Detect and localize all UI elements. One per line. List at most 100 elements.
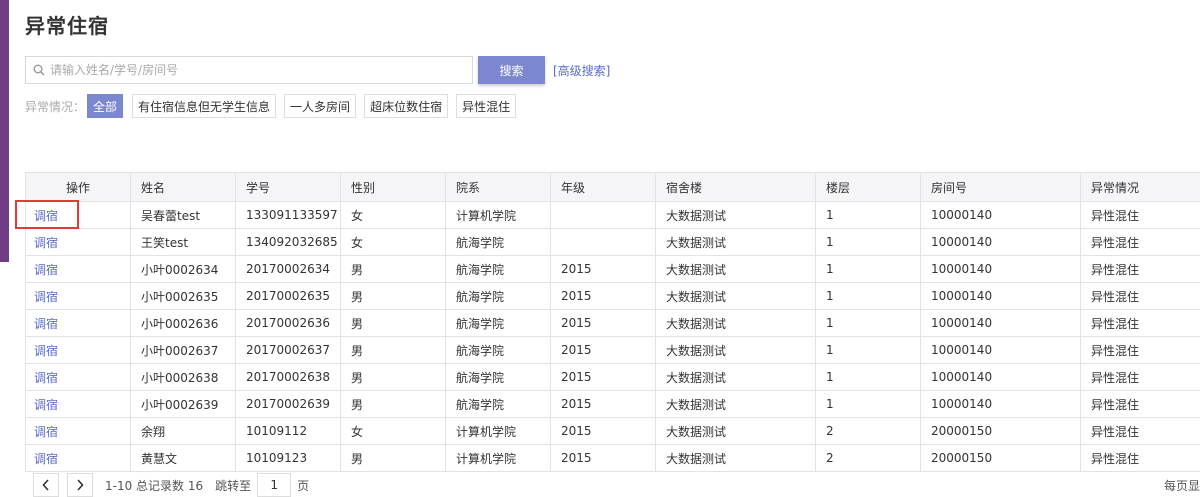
next-page-button[interactable] [67, 473, 93, 497]
building-cell: 大数据测试 [655, 444, 816, 472]
table-row: 调宿 小叶0002636 20170002636 男 航海学院 2015 大数据… [25, 309, 1200, 337]
name-cell: 小叶0002639 [130, 390, 236, 418]
student-id-cell: 20170002638 [235, 363, 341, 391]
gender-cell: 男 [340, 255, 446, 283]
chevron-left-icon [42, 479, 49, 491]
filter-chip-all[interactable]: 全部 [87, 94, 124, 118]
name-cell: 黄慧文 [130, 444, 236, 472]
student-id-cell: 20170002635 [235, 282, 341, 310]
department-cell: 计算机学院 [445, 201, 551, 229]
results-table-container: 操作 姓名 学号 性别 院系 年级 宿舍楼 楼层 房间号 异常情况 调宿 吴春蕾… [25, 172, 1200, 472]
room-cell: 10000140 [920, 228, 1081, 256]
search-icon [33, 64, 45, 76]
table-row: 调宿 吴春蕾test 133091133597 女 计算机学院 大数据测试 1 … [25, 201, 1200, 229]
adjust-dorm-link[interactable]: 调宿 [34, 344, 58, 358]
search-box[interactable] [25, 56, 473, 84]
filter-chip-over-capacity[interactable]: 超床位数住宿 [364, 94, 449, 118]
student-id-cell: 10109112 [235, 417, 341, 445]
department-cell: 计算机学院 [445, 444, 551, 472]
adjust-dorm-link[interactable]: 调宿 [34, 290, 58, 304]
anomaly-cell: 异性混住 [1080, 363, 1200, 391]
name-cell: 小叶0002638 [130, 363, 236, 391]
adjust-dorm-link[interactable]: 调宿 [34, 425, 58, 439]
name-cell: 吴春蕾test [130, 201, 236, 229]
adjust-dorm-link[interactable]: 调宿 [34, 317, 58, 331]
filter-chip-multi-room[interactable]: 一人多房间 [284, 94, 357, 118]
grade-cell: 2015 [550, 363, 656, 391]
prev-page-button[interactable] [33, 473, 59, 497]
room-cell: 10000140 [920, 363, 1081, 391]
column-header-floor[interactable]: 楼层 [815, 172, 921, 202]
room-cell: 20000150 [920, 444, 1081, 472]
room-cell: 10000140 [920, 390, 1081, 418]
jump-to-label: 跳转至 [215, 478, 252, 493]
search-input[interactable] [50, 63, 450, 77]
grade-cell: 2015 [550, 309, 656, 337]
anomaly-cell: 异性混住 [1080, 255, 1200, 283]
adjust-dorm-link[interactable]: 调宿 [34, 452, 58, 466]
table-row: 调宿 小叶0002639 20170002639 男 航海学院 2015 大数据… [25, 390, 1200, 418]
adjust-dorm-link[interactable]: 调宿 [34, 209, 58, 223]
gender-cell: 男 [340, 336, 446, 364]
building-cell: 大数据测试 [655, 363, 816, 391]
grade-cell: 2015 [550, 390, 656, 418]
floor-cell: 1 [815, 228, 921, 256]
grade-cell: 2015 [550, 255, 656, 283]
name-cell: 余翔 [130, 417, 236, 445]
column-header-gender[interactable]: 性别 [340, 172, 446, 202]
action-cell: 调宿 [25, 201, 131, 229]
column-header-anomaly[interactable]: 异常情况 [1080, 172, 1200, 202]
action-cell: 调宿 [25, 255, 131, 283]
adjust-dorm-link[interactable]: 调宿 [34, 398, 58, 412]
department-cell: 航海学院 [445, 282, 551, 310]
filter-chip-no-student-info[interactable]: 有住宿信息但无学生信息 [132, 94, 277, 118]
advanced-search-link[interactable]: [高级搜索] [553, 62, 610, 79]
table-row: 调宿 小叶0002634 20170002634 男 航海学院 2015 大数据… [25, 255, 1200, 283]
page-number-input[interactable] [257, 473, 292, 497]
action-cell: 调宿 [25, 444, 131, 472]
floor-cell: 2 [815, 444, 921, 472]
building-cell: 大数据测试 [655, 282, 816, 310]
gender-cell: 女 [340, 228, 446, 256]
column-header-grade[interactable]: 年级 [550, 172, 656, 202]
action-cell: 调宿 [25, 417, 131, 445]
table-row: 调宿 王笑test 134092032685 女 航海学院 大数据测试 1 10… [25, 228, 1200, 256]
student-id-cell: 20170002634 [235, 255, 341, 283]
table-row: 调宿 余翔 10109112 女 计算机学院 2015 大数据测试 2 2000… [25, 417, 1200, 445]
gender-cell: 男 [340, 309, 446, 337]
floor-cell: 1 [815, 309, 921, 337]
action-cell: 调宿 [25, 228, 131, 256]
column-header-name[interactable]: 姓名 [130, 172, 236, 202]
anomaly-cell: 异性混住 [1080, 201, 1200, 229]
column-header-building[interactable]: 宿舍楼 [655, 172, 816, 202]
name-cell: 王笑test [130, 228, 236, 256]
anomaly-cell: 异性混住 [1080, 336, 1200, 364]
action-cell: 调宿 [25, 336, 131, 364]
room-cell: 10000140 [920, 255, 1081, 283]
side-nav-strip [0, 0, 9, 262]
column-header-student-id[interactable]: 学号 [235, 172, 341, 202]
column-header-room[interactable]: 房间号 [920, 172, 1081, 202]
floor-cell: 1 [815, 336, 921, 364]
adjust-dorm-link[interactable]: 调宿 [34, 371, 58, 385]
grade-cell [550, 201, 656, 229]
adjust-dorm-link[interactable]: 调宿 [34, 236, 58, 250]
action-cell: 调宿 [25, 363, 131, 391]
student-id-cell: 20170002637 [235, 336, 341, 364]
search-button[interactable]: 搜索 [478, 56, 545, 84]
student-id-cell: 10109123 [235, 444, 341, 472]
building-cell: 大数据测试 [655, 228, 816, 256]
anomaly-cell: 异性混住 [1080, 309, 1200, 337]
building-cell: 大数据测试 [655, 336, 816, 364]
column-header-department[interactable]: 院系 [445, 172, 551, 202]
adjust-dorm-link[interactable]: 调宿 [34, 263, 58, 277]
department-cell: 航海学院 [445, 309, 551, 337]
grade-cell: 2015 [550, 444, 656, 472]
gender-cell: 男 [340, 444, 446, 472]
gender-cell: 女 [340, 201, 446, 229]
department-cell: 计算机学院 [445, 417, 551, 445]
grade-cell: 2015 [550, 282, 656, 310]
page-suffix-label: 页 [297, 478, 310, 493]
filter-chip-mixed-gender[interactable]: 异性混住 [456, 94, 517, 118]
gender-cell: 男 [340, 390, 446, 418]
